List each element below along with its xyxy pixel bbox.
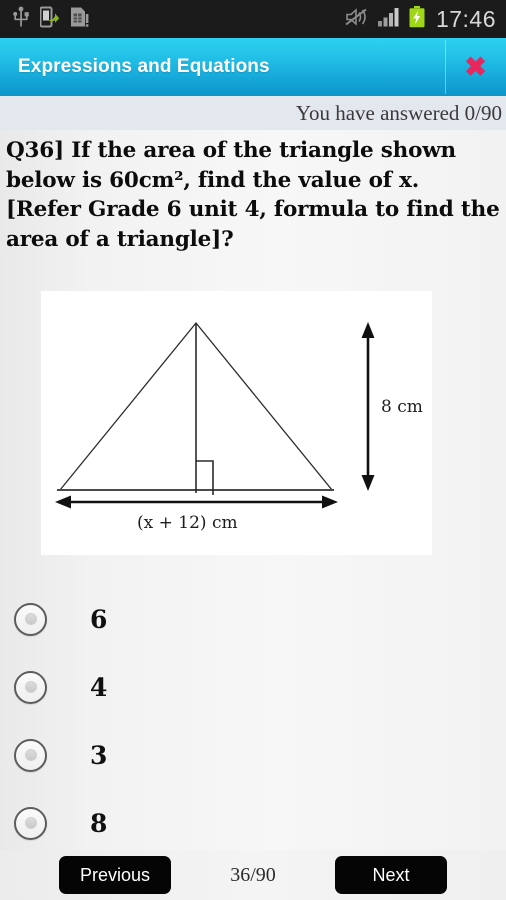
option-label-3: 3 [90,740,108,770]
answered-count-text: You have answered 0/90 [295,100,502,125]
radio-inner-1 [24,613,37,625]
radio-button-4[interactable] [14,806,47,840]
base-dimension-arrow [55,495,338,509]
close-icon: ✖ [464,51,487,82]
previous-button[interactable]: Previous [59,856,171,894]
triangle-diagram: (x + 12) cm 8 cm [55,321,423,533]
base-dimension-label: (x + 12) cm [137,513,238,533]
status-bar-left-icons [12,6,90,33]
height-dimension-arrow [361,322,375,491]
option-row-3[interactable]: 3 [0,721,506,789]
status-bar-clock: 17:46 [435,5,496,32]
option-row-4[interactable]: 8 [0,789,506,857]
radio-inner-2 [24,681,37,693]
next-button[interactable]: Next [335,856,447,894]
radio-inner-4 [24,817,37,829]
status-bar-right-icons: 17:46 [345,5,496,33]
radio-button-3[interactable] [14,738,47,772]
answered-progress-bar: You have answered 0/90 [0,96,506,130]
android-status-bar: 17:46 [0,0,506,38]
radio-inner-3 [24,749,37,761]
close-button[interactable]: ✖ [445,38,506,96]
sim-card-alert-icon [70,6,90,33]
option-row-1[interactable]: 6 [0,585,506,653]
height-dimension-label: 8 cm [381,397,423,417]
usb-icon [12,6,30,33]
option-label-1: 6 [90,604,108,634]
phone-transfer-icon [39,6,60,33]
option-row-2[interactable]: 4 [0,653,506,721]
app-header: Expressions and Equations ✖ [0,38,506,96]
option-label-2: 4 [90,672,108,702]
triangle-figure-panel: (x + 12) cm 8 cm [41,291,432,555]
bottom-navigation-bar: Previous 36/90 Next [0,850,506,900]
answer-options-list: 6 4 3 8 [0,585,506,857]
option-label-4: 8 [90,808,108,838]
question-text: Q36] If the area of the triangle shown b… [6,138,500,252]
page-title: Expressions and Equations [18,56,270,77]
radio-button-1[interactable] [14,602,47,636]
mute-icon [345,7,369,32]
battery-charging-icon [409,5,425,33]
signal-bars-icon [377,7,400,32]
question-content-area: Q36] If the area of the triangle shown b… [0,130,506,900]
page-counter: 36/90 [230,863,276,886]
radio-button-2[interactable] [14,670,47,704]
